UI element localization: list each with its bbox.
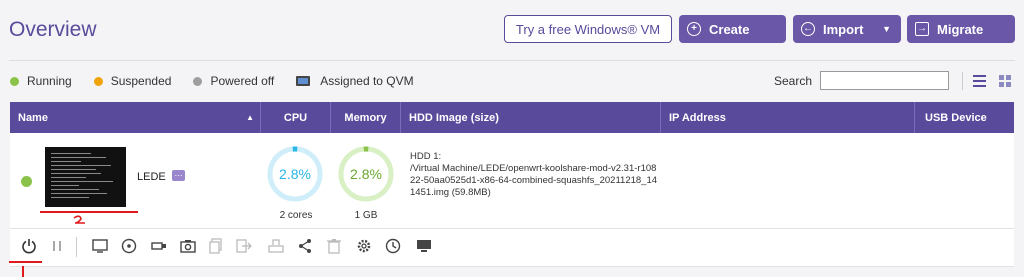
annotation-underline-power [9, 261, 42, 263]
cd-icon[interactable] [121, 238, 137, 254]
vm-table: Name ▲ CPU Memory HDD Image (size) IP Ad… [10, 102, 1014, 267]
schedule-icon[interactable] [385, 238, 401, 254]
column-header-cpu: CPU [261, 102, 331, 133]
snapshot-icon[interactable] [180, 238, 196, 254]
hdd-title: HDD 1: [410, 151, 442, 162]
plus-icon: + [687, 22, 701, 36]
table-row[interactable]: LEDE ⋯ 2.8% 2 cores 2.8% 1 GB HDD 1: /Vi… [10, 133, 1014, 229]
hdd-image-info: HDD 1: /Virtual Machine/LEDE/openwrt-koo… [410, 151, 660, 199]
power-icon[interactable] [21, 238, 37, 254]
column-header-memory: Memory [331, 102, 401, 133]
annotation-underline-thumbnail [40, 211, 138, 213]
chevron-down-icon[interactable]: ▼ [882, 24, 891, 34]
migrate-button-label: Migrate [937, 21, 984, 37]
legend-powered-off: Powered off [193, 74, 274, 88]
share-icon[interactable] [297, 238, 313, 254]
legend-assigned-qvm-label: Assigned to QVM [320, 74, 414, 88]
page-title: Overview [9, 18, 97, 41]
running-dot-icon [10, 76, 19, 86]
status-legend: Running Suspended Powered off Assigned t… [10, 74, 436, 88]
import-button-label: Import [823, 21, 864, 37]
column-header-ip: IP Address [661, 102, 915, 133]
settings-icon[interactable] [356, 238, 372, 254]
table-header: Name ▲ CPU Memory HDD Image (size) IP Ad… [10, 102, 1014, 133]
column-header-usb: USB Device [925, 111, 987, 124]
vm-name[interactable]: LEDE [137, 171, 166, 183]
search-label: Search [774, 74, 813, 88]
delete-icon[interactable] [326, 238, 342, 254]
column-header-hdd: HDD Image (size) [401, 102, 661, 133]
vm-overview-page: Overview Try a free Windows® VM + Create… [0, 0, 1024, 277]
legend-running: Running [10, 74, 72, 88]
create-button-label: Create [709, 21, 750, 37]
running-status-icon [21, 176, 32, 187]
try-windows-vm-button[interactable]: Try a free Windows® VM [504, 15, 672, 43]
note-icon[interactable]: ⋯ [172, 170, 185, 181]
annotation-scribble-2 [73, 215, 85, 224]
legend-suspended: Suspended [93, 74, 172, 88]
header-divider [9, 60, 1015, 61]
console-icon[interactable] [92, 238, 108, 254]
cpu-gauge: 2.8% [266, 145, 324, 203]
legend-running-label: Running [27, 74, 72, 88]
create-button[interactable]: + Create [679, 15, 786, 43]
cpu-cores: 2 cores [279, 210, 313, 221]
monitor-icon [296, 76, 311, 86]
sort-asc-icon: ▲ [246, 113, 254, 122]
vm-console-thumbnail[interactable] [45, 147, 126, 207]
migrate-icon: → [915, 22, 929, 36]
vm-action-toolbar [10, 229, 1014, 267]
list-view-icon[interactable] [973, 75, 986, 87]
suspended-dot-icon [93, 76, 103, 86]
display-icon[interactable] [416, 238, 432, 254]
column-header-name[interactable]: Name ▲ [10, 102, 261, 133]
cpu-usage-value: 2.8% [279, 166, 311, 182]
powered-off-dot-icon [193, 76, 203, 86]
usb-icon[interactable] [151, 238, 167, 254]
pause-icon[interactable] [49, 238, 65, 254]
memory-total: 1 GB [354, 210, 378, 221]
export-icon[interactable] [236, 238, 252, 254]
search-input[interactable] [820, 71, 949, 90]
memory-usage-value: 2.8% [350, 166, 382, 182]
clone-icon[interactable] [208, 238, 224, 254]
annotation-mark-power [22, 266, 24, 277]
memory-gauge: 2.8% [337, 145, 395, 203]
import-icon: ← [801, 22, 815, 36]
reset-icon[interactable] [268, 238, 284, 254]
column-name-label: Name [18, 111, 48, 124]
legend-suspended-label: Suspended [110, 74, 172, 88]
view-separator [962, 72, 963, 90]
legend-assigned-qvm: Assigned to QVM [296, 74, 414, 88]
hdd-path: /Virtual Machine/LEDE/openwrt-koolshare-… [410, 163, 658, 198]
import-button[interactable]: ← Import ▼ [793, 15, 901, 43]
migrate-button[interactable]: → Migrate [907, 15, 1015, 43]
legend-powered-off-label: Powered off [210, 74, 275, 88]
grid-view-icon[interactable] [999, 75, 1011, 87]
toolbar-separator [76, 237, 77, 257]
